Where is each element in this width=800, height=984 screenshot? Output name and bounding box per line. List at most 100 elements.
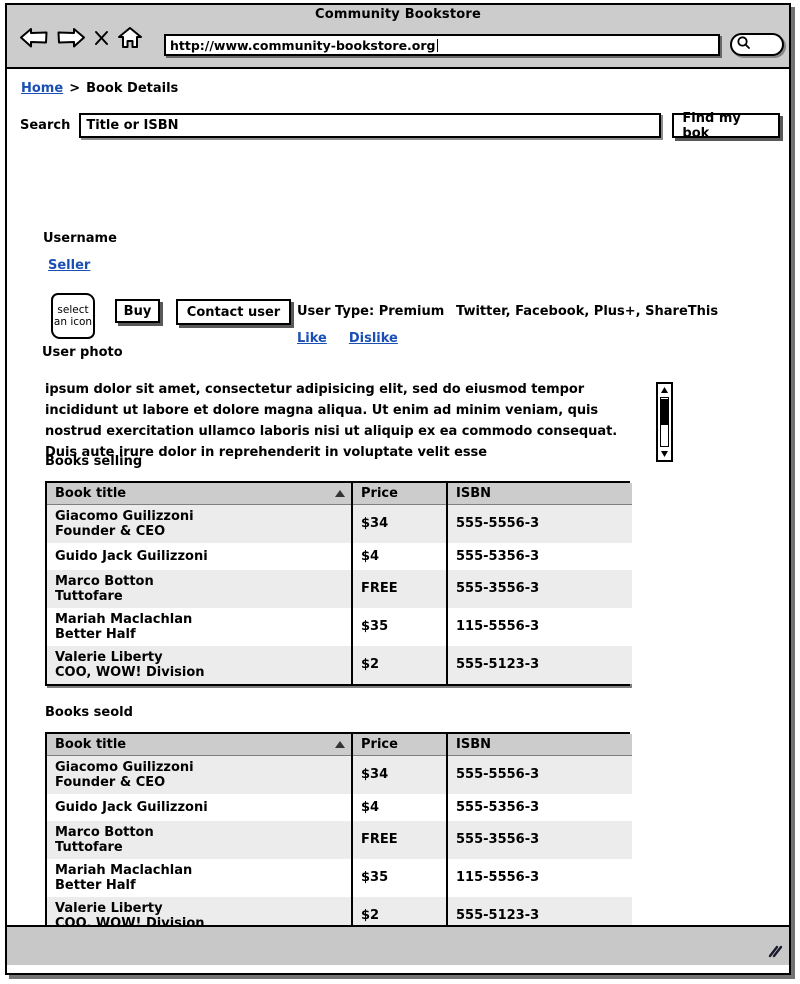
table-row[interactable]: Mariah Maclachlan Better Half $35 115-55… xyxy=(47,858,632,897)
dislike-link[interactable]: Dislike xyxy=(349,331,398,346)
table-row[interactable]: Valerie Liberty COO, WOW! Division $2 55… xyxy=(47,645,632,684)
cell-isbn: 555-5556-3 xyxy=(447,755,632,794)
book-title-text: Marco Botton xyxy=(55,573,154,589)
stop-x-icon[interactable] xyxy=(93,28,110,48)
book-subtitle-text: Founder & CEO xyxy=(55,523,166,539)
home-icon[interactable] xyxy=(117,26,143,50)
browser-search-box[interactable] xyxy=(730,33,784,56)
table-row[interactable]: Valerie Liberty COO, WOW! Division $2 55… xyxy=(47,896,632,925)
social-share-links[interactable]: Twitter, Facebook, Plus+, ShareThis xyxy=(456,304,718,319)
cell-price: $34 xyxy=(352,755,448,794)
cell-price: $35 xyxy=(352,607,448,646)
cell-book-title: Guido Jack Guilizzoni xyxy=(47,793,353,821)
cell-price: $35 xyxy=(352,858,448,897)
cell-book-title: Guido Jack Guilizzoni xyxy=(47,542,353,570)
table-row[interactable]: Marco Botton Tuttofare FREE 555-3556-3 xyxy=(47,820,632,859)
cell-book-title: Mariah Maclachlan Better Half xyxy=(47,858,353,897)
contact-user-button[interactable]: Contact user xyxy=(176,299,291,325)
magnifier-icon xyxy=(736,35,751,54)
column-header-price[interactable]: Price xyxy=(352,483,448,505)
breadcrumb-home-link[interactable]: Home xyxy=(21,81,63,96)
status-bar xyxy=(7,925,789,965)
table-row[interactable]: Guido Jack Guilizzoni $4 555-5356-3 xyxy=(47,542,632,570)
book-title-text: Valerie Liberty xyxy=(55,649,163,665)
seller-link-wrap: Seller xyxy=(48,258,90,273)
cell-book-title: Valerie Liberty COO, WOW! Division xyxy=(47,896,353,925)
book-title-text: Marco Botton xyxy=(55,824,154,840)
cell-book-title: Mariah Maclachlan Better Half xyxy=(47,607,353,646)
table-row[interactable]: Giacomo Guilizzoni Founder & CEO $34 555… xyxy=(47,504,632,543)
buy-button[interactable]: Buy xyxy=(115,299,160,323)
resize-grip-icon[interactable] xyxy=(767,945,783,958)
books-selling-body: Giacomo Guilizzoni Founder & CEO $34 555… xyxy=(47,504,632,684)
books-selling-table: Book title Price ISBN Giacomo Guilizzoni… xyxy=(45,481,632,686)
url-bar[interactable]: http://www.community-bookstore.org xyxy=(164,34,720,56)
description-scrollbar[interactable] xyxy=(656,382,673,462)
user-photo-caption: User photo xyxy=(42,345,123,360)
back-arrow-icon[interactable] xyxy=(19,27,49,49)
like-link[interactable]: Like xyxy=(297,331,327,346)
cell-isbn: 115-5556-3 xyxy=(447,607,632,646)
breadcrumb-current: Book Details xyxy=(86,81,179,96)
table-row[interactable]: Mariah Maclachlan Better Half $35 115-55… xyxy=(47,607,632,646)
user-type-label: User Type: Premium xyxy=(297,304,445,319)
books-selling-label: Books selling xyxy=(45,454,143,469)
cell-isbn: 555-3556-3 xyxy=(447,569,632,608)
table-row[interactable]: Marco Botton Tuttofare FREE 555-3556-3 xyxy=(47,569,632,608)
scrollbar-thumb[interactable] xyxy=(661,399,668,425)
cell-price: $4 xyxy=(352,542,448,570)
sort-ascending-icon xyxy=(335,489,345,497)
book-title-text: Valerie Liberty xyxy=(55,900,163,916)
search-input[interactable]: Title or ISBN xyxy=(79,113,662,138)
books-sold-body: Giacomo Guilizzoni Founder & CEO $34 555… xyxy=(47,755,632,925)
text-caret xyxy=(436,38,438,52)
book-title-text: Mariah Maclachlan xyxy=(55,862,193,878)
cell-book-title: Marco Botton Tuttofare xyxy=(47,820,353,859)
column-header-book-title[interactable]: Book title xyxy=(47,483,353,505)
sort-ascending-icon xyxy=(335,740,345,748)
cell-isbn: 555-5556-3 xyxy=(447,504,632,543)
user-photo-placeholder[interactable]: select an icon xyxy=(51,293,95,339)
cell-book-title: Giacomo Guilizzoni Founder & CEO xyxy=(47,755,353,794)
cell-book-title: Marco Botton Tuttofare xyxy=(47,569,353,608)
scroll-up-arrow-icon[interactable] xyxy=(658,384,671,396)
username-label: Username xyxy=(43,231,117,246)
cell-isbn: 555-5123-3 xyxy=(447,896,632,925)
column-header-book-title[interactable]: Book title xyxy=(47,734,353,756)
column-header-book-title-label: Book title xyxy=(55,736,127,752)
forward-arrow-icon[interactable] xyxy=(56,27,86,49)
books-sold-label: Books seold xyxy=(45,705,133,720)
books-sold-table: Book title Price ISBN Giacomo Guilizzoni… xyxy=(45,732,632,925)
cell-price: $4 xyxy=(352,793,448,821)
description-text: ipsum dolor sit amet, consectetur adipis… xyxy=(45,382,618,461)
scroll-down-arrow-icon[interactable] xyxy=(658,448,671,460)
table-row[interactable]: Giacomo Guilizzoni Founder & CEO $34 555… xyxy=(47,755,632,794)
column-header-price[interactable]: Price xyxy=(352,734,448,756)
column-header-isbn[interactable]: ISBN xyxy=(447,734,632,756)
cell-price: FREE xyxy=(352,820,448,859)
cell-isbn: 555-5356-3 xyxy=(447,542,632,570)
book-subtitle-text: Founder & CEO xyxy=(55,774,166,790)
column-header-isbn[interactable]: ISBN xyxy=(447,483,632,505)
photo-placeholder-line1: select xyxy=(57,303,89,316)
url-text: http://www.community-bookstore.org xyxy=(170,37,436,53)
book-subtitle-text: Better Half xyxy=(55,626,136,642)
cell-isbn: 555-5356-3 xyxy=(447,793,632,821)
book-title-text: Giacomo Guilizzoni xyxy=(55,508,194,524)
table-header-row: Book title Price ISBN xyxy=(47,734,632,756)
book-title-text: Giacomo Guilizzoni xyxy=(55,759,194,775)
browser-chrome: Community Bookstore http://www.community… xyxy=(7,5,789,69)
search-row: Search Title or ISBN Find my bok xyxy=(20,111,780,141)
breadcrumb: Home > Book Details xyxy=(21,81,178,96)
book-title-text: Mariah Maclachlan xyxy=(55,611,193,627)
seller-link[interactable]: Seller xyxy=(48,258,90,273)
cell-book-title: Giacomo Guilizzoni Founder & CEO xyxy=(47,504,353,543)
cell-isbn: 555-3556-3 xyxy=(447,820,632,859)
cell-book-title: Valerie Liberty COO, WOW! Division xyxy=(47,645,353,684)
find-book-button[interactable]: Find my bok xyxy=(672,111,780,141)
description-area: ipsum dolor sit amet, consectetur adipis… xyxy=(45,379,673,463)
window-title: Community Bookstore xyxy=(314,7,482,22)
table-row[interactable]: Guido Jack Guilizzoni $4 555-5356-3 xyxy=(47,793,632,821)
cell-price: FREE xyxy=(352,569,448,608)
book-subtitle-text: COO, WOW! Division xyxy=(55,664,205,680)
